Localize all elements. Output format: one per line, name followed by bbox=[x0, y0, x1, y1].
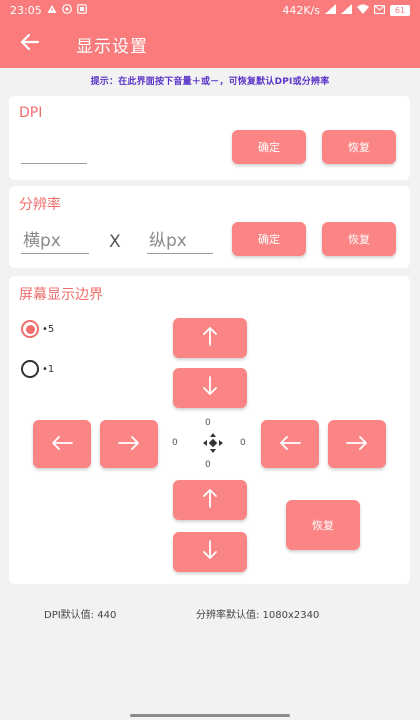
arrow-up-icon bbox=[203, 326, 217, 350]
dpi-default-text: DPI默认值: 440 bbox=[44, 610, 117, 621]
arrow-right-icon bbox=[118, 435, 140, 454]
app-bar: 显示设置 bbox=[0, 20, 420, 68]
network-speed: 442K/s bbox=[282, 3, 320, 17]
right-edge-right-button[interactable] bbox=[328, 420, 386, 468]
resolution-card: 分辨率 横px X 纵px 确定 恢复 bbox=[9, 186, 410, 268]
dpi-section-title: DPI bbox=[19, 105, 43, 121]
signal-icon bbox=[341, 3, 352, 17]
screen-border-card: 屏幕显示边界 •5 •1 0 0 0 0 恢复 bbox=[9, 276, 410, 584]
tip-text: 提示：在此界面按下音量＋或－，可恢复默认DPI或分辨率 bbox=[90, 77, 330, 87]
resolution-section-title: 分辨率 bbox=[19, 197, 61, 213]
wifi-icon bbox=[357, 4, 369, 17]
step-option-label: •5 bbox=[42, 323, 55, 335]
left-edge-right-button[interactable] bbox=[100, 420, 158, 468]
bottom-edge-up-button[interactable] bbox=[173, 480, 247, 520]
resolution-restore-button[interactable]: 恢复 bbox=[322, 222, 396, 256]
dpi-input[interactable] bbox=[21, 138, 87, 164]
radio-unchecked-icon bbox=[21, 360, 39, 378]
step-option-5[interactable]: •5 bbox=[21, 320, 54, 338]
arrow-right-icon bbox=[346, 435, 368, 454]
offset-bottom: 0 bbox=[205, 460, 211, 470]
arrow-left-icon bbox=[51, 435, 73, 454]
status-bar: 23:05 442K/s 61 bbox=[0, 0, 420, 20]
resolution-separator: X bbox=[109, 232, 121, 252]
offset-left: 0 bbox=[172, 438, 178, 448]
mail-icon bbox=[374, 4, 385, 17]
resolution-default-text: 分辨率默认值: 1080x2340 bbox=[196, 610, 320, 621]
arrow-down-icon bbox=[203, 540, 217, 564]
battery-icon: 61 bbox=[390, 4, 410, 16]
arrow-left-icon bbox=[20, 33, 40, 55]
arrow-left-icon bbox=[279, 435, 301, 454]
dpi-confirm-button[interactable]: 确定 bbox=[232, 130, 306, 164]
bottom-edge-down-button[interactable] bbox=[173, 532, 247, 572]
dpi-card: DPI 确定 恢复 bbox=[9, 96, 410, 180]
right-edge-left-button[interactable] bbox=[261, 420, 319, 468]
resolution-width-input[interactable]: 横px bbox=[21, 228, 89, 254]
resolution-confirm-button[interactable]: 确定 bbox=[232, 222, 306, 256]
border-restore-button[interactable]: 恢复 bbox=[286, 500, 360, 550]
vpn-icon bbox=[61, 3, 72, 17]
navigation-handle[interactable] bbox=[130, 714, 290, 717]
step-option-label: •1 bbox=[42, 363, 55, 375]
back-button[interactable] bbox=[0, 20, 60, 68]
page-title: 显示设置 bbox=[76, 36, 148, 57]
top-edge-down-button[interactable] bbox=[173, 368, 247, 408]
offset-top: 0 bbox=[205, 418, 211, 428]
display-settings-screen: 23:05 442K/s 61 显示设置 提示：在此界面按下音量＋或－，可恢复默… bbox=[0, 0, 420, 720]
arrow-up-icon bbox=[203, 488, 217, 512]
resolution-height-input[interactable]: 纵px bbox=[147, 228, 213, 254]
left-edge-left-button[interactable] bbox=[33, 420, 91, 468]
radio-checked-icon bbox=[21, 320, 39, 338]
status-bar-left: 23:05 bbox=[10, 4, 87, 17]
step-option-1[interactable]: •1 bbox=[21, 360, 54, 378]
dpi-restore-button[interactable]: 恢复 bbox=[322, 130, 396, 164]
app-icon bbox=[76, 3, 87, 17]
signal-icon bbox=[325, 3, 336, 17]
offset-right: 0 bbox=[240, 438, 246, 448]
move-arrows-icon bbox=[202, 432, 224, 458]
arrow-down-icon bbox=[203, 376, 217, 400]
status-time: 23:05 bbox=[10, 3, 42, 17]
top-edge-up-button[interactable] bbox=[173, 318, 247, 358]
screen-border-section-title: 屏幕显示边界 bbox=[19, 287, 103, 303]
warning-icon bbox=[47, 4, 57, 17]
status-bar-right: 442K/s 61 bbox=[282, 3, 410, 17]
